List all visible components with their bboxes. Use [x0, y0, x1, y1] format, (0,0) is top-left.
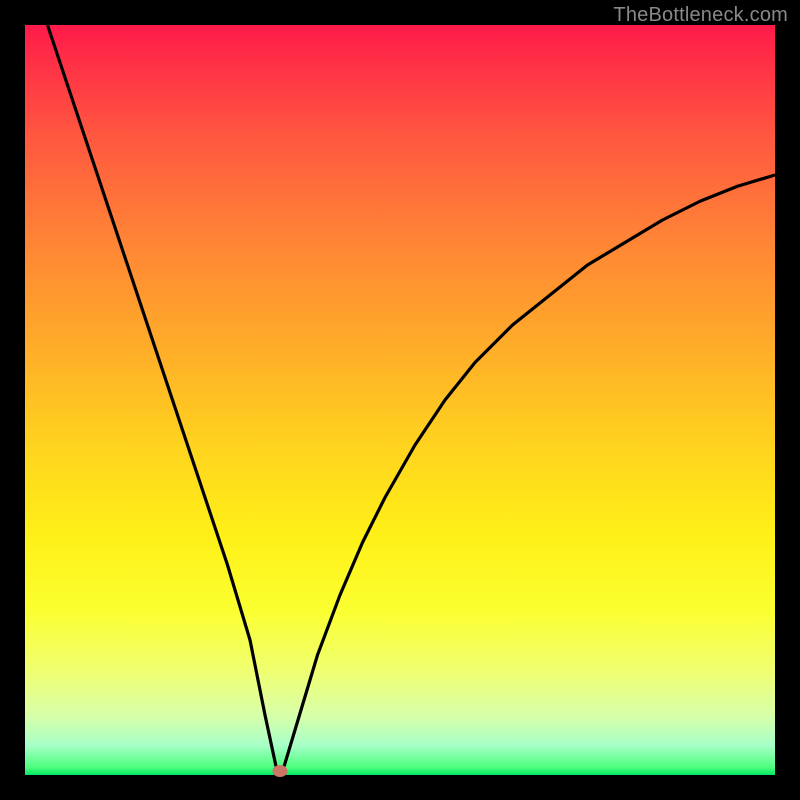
chart-plot-area: [25, 25, 775, 775]
bottleneck-curve-line: [48, 25, 776, 768]
chart-curve-svg: [25, 25, 775, 775]
watermark-text: TheBottleneck.com: [613, 4, 788, 27]
chart-marker-dot: [273, 765, 288, 777]
